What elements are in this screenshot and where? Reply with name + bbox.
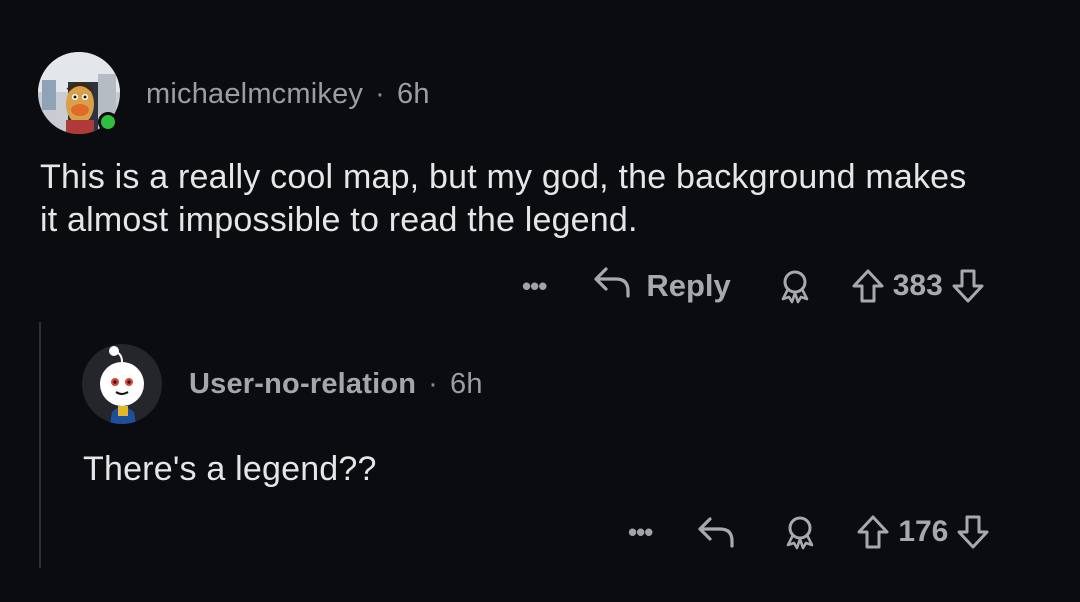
separator-dot: · xyxy=(428,368,439,400)
user-avatar[interactable] xyxy=(38,52,120,134)
downvote-button[interactable] xyxy=(951,268,985,304)
reply-button[interactable]: Reply xyxy=(592,265,731,307)
comment-body: This is a really cool map, but my god, t… xyxy=(40,158,967,239)
username-link[interactable]: michaelmcmikey xyxy=(146,78,363,110)
separator-dot: · xyxy=(375,78,385,110)
comment-actions: ••• 176 xyxy=(628,512,990,552)
upvote-button[interactable] xyxy=(851,268,885,304)
vote-count: 176 xyxy=(898,515,949,548)
reply-arrow-icon xyxy=(696,515,750,549)
downvote-arrow-icon xyxy=(956,514,990,550)
comment-age: 6h xyxy=(450,368,483,400)
upvote-button[interactable] xyxy=(856,514,890,550)
comment-body: There's a legend?? xyxy=(83,450,377,488)
comment-actions: ••• Reply 383 xyxy=(522,266,985,306)
upvote-arrow-icon xyxy=(851,268,885,304)
downvote-button[interactable] xyxy=(956,514,990,550)
online-status-dot xyxy=(98,112,118,132)
reply-label: Reply xyxy=(646,268,731,303)
username-link[interactable]: User-no-relation xyxy=(189,368,416,400)
comment-header: User-no-relation · 6h xyxy=(189,368,483,401)
reply-button[interactable] xyxy=(696,515,750,549)
more-options-button[interactable]: ••• xyxy=(522,271,547,302)
downvote-arrow-icon xyxy=(951,268,985,304)
award-icon[interactable] xyxy=(777,268,813,304)
user-avatar[interactable] xyxy=(82,344,162,424)
thread-collapse-line[interactable] xyxy=(39,322,41,568)
more-options-button[interactable]: ••• xyxy=(628,517,653,548)
award-icon[interactable] xyxy=(782,514,818,550)
reply-arrow-icon xyxy=(592,265,646,307)
comment-header: michaelmcmikey · 6h xyxy=(146,78,430,111)
vote-count: 383 xyxy=(892,269,943,302)
upvote-arrow-icon xyxy=(856,514,890,550)
comment-age: 6h xyxy=(396,78,430,110)
comment-thread: michaelmcmikey · 6h This is a really cool … xyxy=(0,0,1080,602)
